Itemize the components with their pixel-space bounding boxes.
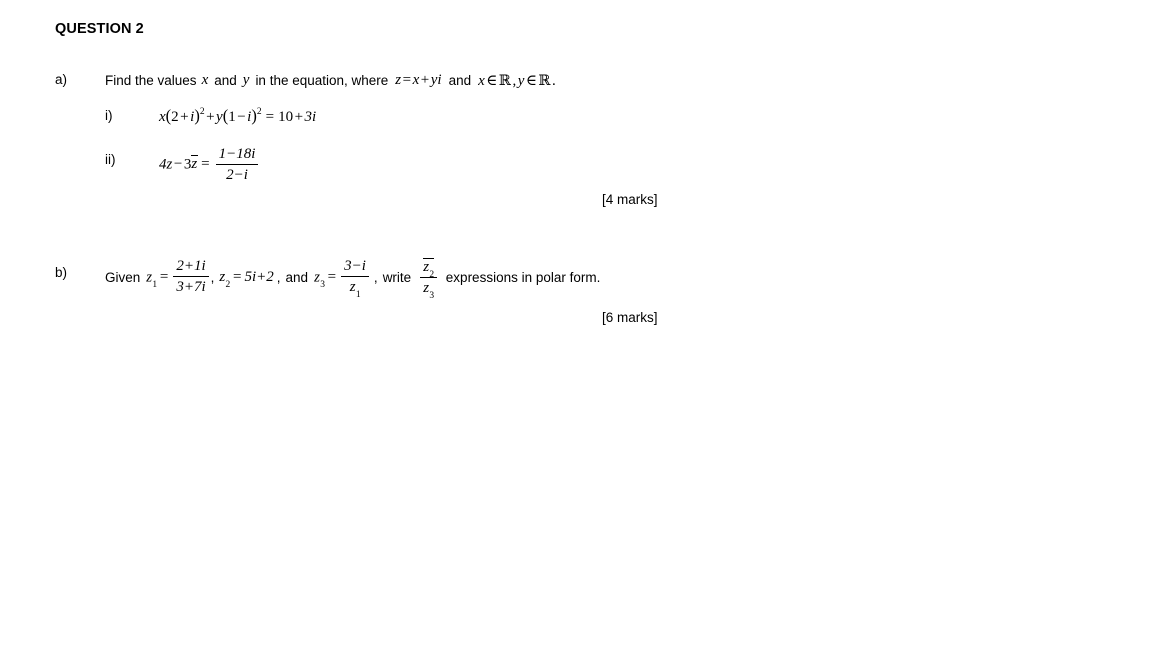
eq-i-minus: −: [237, 109, 246, 125]
z1-subscript: 1: [152, 279, 158, 290]
part-a-var-x: x: [201, 72, 209, 88]
part-b-label: b): [55, 265, 68, 280]
z1-denominator: 3+7i: [176, 279, 206, 295]
eq-i-two: 2: [171, 109, 179, 125]
eq-i-ten: 10: [278, 109, 294, 125]
part-a-item-ii-equation: 4z −3z = 1−18i 2−i: [159, 146, 260, 184]
z2-subscript: 2: [225, 280, 231, 290]
part-b-tail-text: expressions in polar form.: [445, 270, 601, 285]
domain-comma: ,: [512, 73, 517, 89]
z3-equals: =: [327, 268, 337, 285]
part-a-prompt-text-2: in the equation, where: [255, 73, 389, 88]
eq-ii-fraction-numerator: 1−18i: [215, 146, 259, 165]
part-b-write-word: write: [382, 270, 412, 285]
part-a-item-i-equation: x(2 + i)2 + y(1− i)2 = 10 +3i: [159, 106, 316, 126]
eq-ii-fraction: 1−18i 2−i: [215, 146, 259, 184]
part-a-label: a): [55, 72, 68, 87]
z3-definition: z 3 = 3−i z1: [314, 258, 371, 300]
eq-i-close-paren-1: ): [194, 106, 200, 125]
eq-i-plus-1: +: [180, 109, 189, 125]
part-b-given-word: Given: [105, 270, 141, 285]
part-a-item-i-label: i): [105, 108, 113, 123]
polar-expression-denominator: z3: [420, 278, 437, 301]
domain-x: x: [478, 73, 485, 89]
part-a-and-2: and: [448, 73, 472, 88]
eq-i-three-i: 3i: [304, 109, 317, 125]
eq-ii-minus: −: [173, 156, 183, 173]
eq-i-plus-3: +: [294, 109, 304, 125]
part-b-comma-2: ,: [276, 270, 281, 285]
z1-definition: z1 = 2+1i 3+7i: [146, 258, 210, 297]
part-a-prompt-text-1: Find the values: [105, 73, 197, 88]
real-numbers-symbol-1: ℝ: [498, 73, 511, 89]
membership-icon-2: ∈: [525, 73, 537, 89]
z2-name: z: [219, 269, 226, 285]
eq-i-exponent-2: 2: [256, 107, 262, 117]
z3-fraction: 3−i z1: [341, 258, 369, 300]
equation-i-expression: x(2 + i)2 + y(1− i)2 = 10 +3i: [159, 106, 316, 126]
question-heading-text: QUESTION 2: [55, 21, 144, 37]
z3-numerator: 3−i: [341, 258, 369, 277]
eq-i-y: y: [216, 109, 223, 125]
z-definition-yi: yi: [430, 72, 442, 88]
document-page: QUESTION 2 a) Find the values x and y in…: [0, 0, 1152, 648]
eq-i-one: 1: [228, 109, 236, 125]
part-b-comma-3: ,: [373, 270, 378, 285]
z2-definition: z2 = 5i+2: [219, 269, 274, 290]
real-numbers-symbol-2: ℝ: [538, 73, 551, 89]
domain-constraint: x ∈ ℝ, y ∈ ℝ.: [478, 71, 557, 90]
part-a-item-ii-label: ii): [105, 152, 116, 167]
eq-i-x: x: [159, 109, 166, 125]
polar-expression-fraction: z2 z3: [420, 257, 437, 301]
z2-equals: =: [233, 269, 242, 285]
membership-icon-1: ∈: [486, 73, 498, 89]
polar-expression-numerator: z2: [420, 257, 437, 279]
eq-i-equals: =: [265, 109, 275, 125]
equation-ii-expression: 4z −3z = 1−18i 2−i: [159, 146, 260, 184]
part-a-prompt: Find the values x and y in the equation,…: [105, 71, 557, 90]
z-definition-plus: +: [420, 72, 430, 88]
z1-equals: =: [159, 268, 169, 285]
eq-ii-z-conjugate-base: z: [191, 156, 198, 173]
part-b-comma-1: ,: [210, 270, 215, 285]
z3-denominator-name: z: [349, 279, 356, 295]
polar-form-expression: z2 z3: [418, 257, 439, 301]
z3-denominator-subscript: 1: [355, 290, 361, 300]
eq-ii-fraction-denominator: 2−i: [226, 166, 248, 183]
part-a-var-y: y: [242, 72, 250, 88]
eq-ii-equals: =: [201, 156, 210, 173]
z2-value: 5i+2: [244, 269, 274, 285]
z-definition-equals: =: [402, 72, 412, 88]
z1-numerator: 2+1i: [173, 258, 209, 277]
eq-ii-z-conjugate: z: [190, 155, 198, 173]
domain-period: .: [552, 73, 556, 89]
z2-conjugate-subscript: 2: [429, 269, 435, 280]
part-b-and-word: and: [285, 270, 309, 285]
page-title: QUESTION 2: [55, 21, 144, 37]
part-a-marks: [4 marks]: [602, 192, 658, 207]
z1-fraction: 2+1i 3+7i: [173, 258, 209, 296]
part-a-and-1: and: [214, 73, 237, 88]
z3-subscript: 3: [320, 279, 325, 290]
part-b-marks: [6 marks]: [602, 310, 658, 325]
eq-ii-four-z: 4z: [159, 156, 173, 173]
polar-denominator-subscript: 3: [429, 290, 435, 301]
z2-conjugate: z2: [422, 257, 434, 279]
eq-i-exponent-1: 2: [199, 107, 205, 117]
part-b-statement: Given z1 = 2+1i 3+7i , z2 = 5i+2 , and z3 = 3−i…: [105, 257, 601, 301]
z3-denominator: z1: [341, 277, 369, 300]
z-definition: z = x + yi: [395, 72, 441, 89]
eq-i-plus-2: +: [206, 109, 215, 125]
